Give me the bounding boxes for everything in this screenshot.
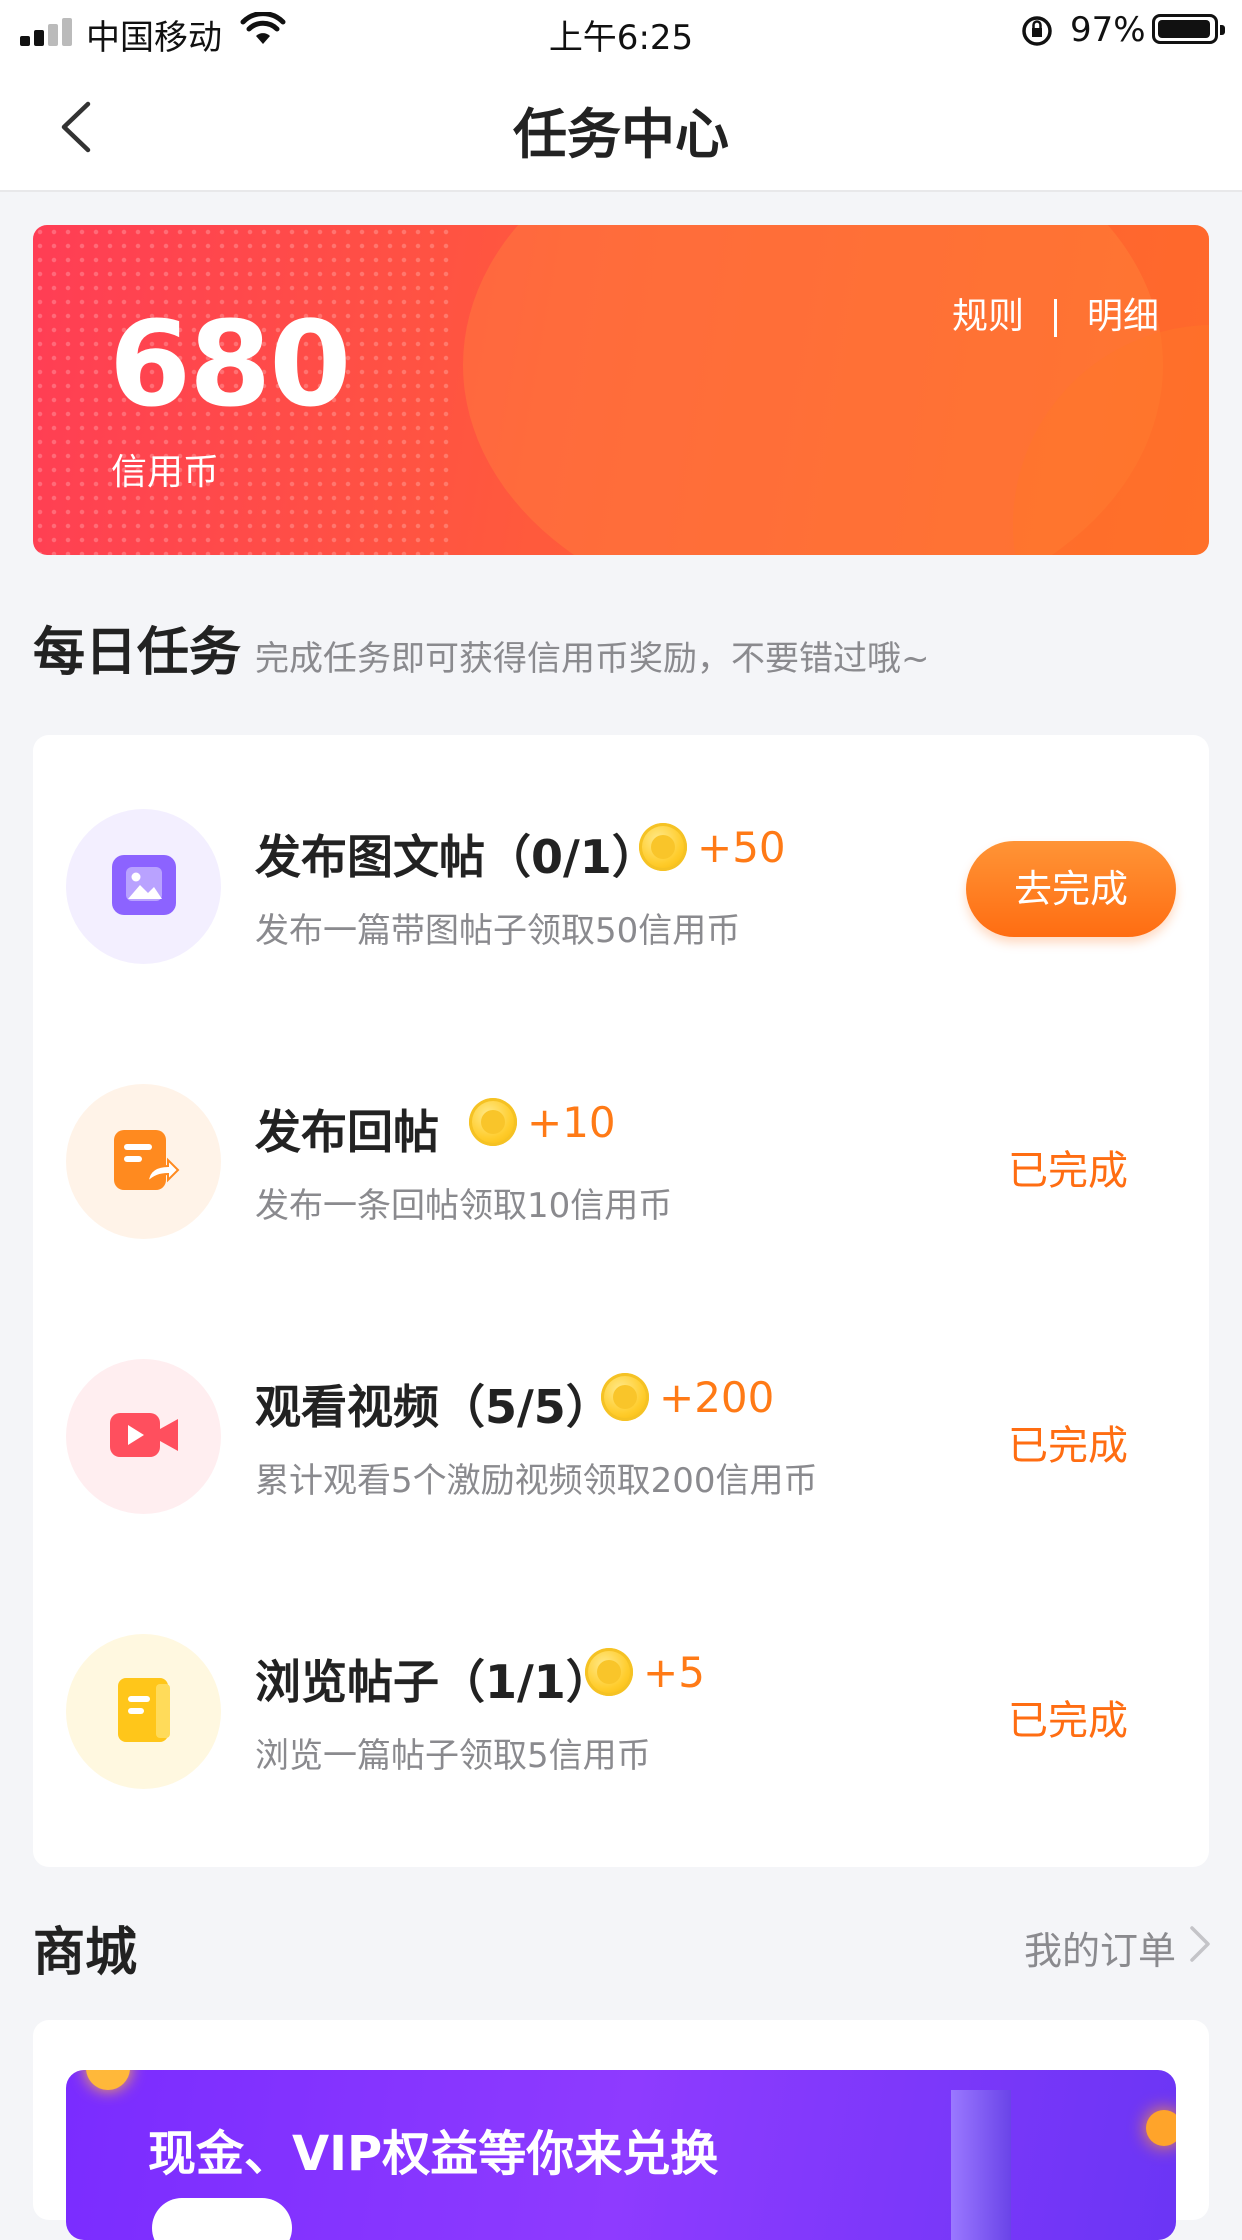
task-reward: +50	[697, 823, 786, 872]
task-icon-bg	[66, 1084, 221, 1239]
task-description: 累计观看5个激励视频领取200信用币	[255, 1461, 818, 1501]
task-icon-bg	[66, 1359, 221, 1514]
completed-status: 已完成	[1008, 1148, 1128, 1194]
task-description: 发布一篇带图帖子领取50信用币	[255, 911, 741, 951]
task-reward: +10	[527, 1098, 616, 1147]
daily-tasks-heading: 每日任务 完成任务即可获得信用币奖励，不要错过哦~	[33, 610, 930, 685]
nav-bar: 任务中心	[0, 62, 1242, 192]
go-complete-button[interactable]: 去完成	[966, 841, 1176, 937]
banner-links: 规则 明细	[952, 287, 1159, 339]
coin-icon	[585, 1648, 633, 1696]
decorative-sun-icon	[1146, 2110, 1176, 2146]
my-orders-link[interactable]: 我的订单	[1024, 1920, 1176, 1975]
task-item-image-post: 发布图文帖（0/1） +50 发布一篇带图帖子领取50信用币 去完成	[33, 735, 1209, 1010]
balance-unit-label: 信用币	[111, 452, 220, 493]
reply-post-icon	[114, 1130, 180, 1190]
completed-status: 已完成	[1008, 1423, 1128, 1469]
coin-icon	[469, 1098, 517, 1146]
task-description: 浏览一篇帖子领取5信用币	[255, 1736, 651, 1776]
task-reward: +200	[659, 1373, 775, 1422]
credit-balance-banner: 680 信用币 规则 明细	[33, 225, 1209, 555]
status-bar: 中国移动 上午6:25 97%	[0, 0, 1242, 62]
task-list: 发布图文帖（0/1） +50 发布一篇带图帖子领取50信用币 去完成 发布回帖 …	[33, 735, 1209, 1867]
battery-percent: 97%	[1070, 10, 1146, 50]
task-title: 发布回帖	[255, 1105, 439, 1159]
balance-value: 680	[109, 295, 351, 433]
task-item-browse-post: 浏览帖子（1/1） +5 浏览一篇帖子领取5信用币 已完成	[33, 1560, 1209, 1835]
decorative-tower-icon	[951, 2090, 1011, 2240]
daily-tasks-title: 每日任务	[33, 623, 242, 683]
link-divider	[1053, 299, 1057, 337]
page-title: 任务中心	[513, 103, 729, 166]
task-title: 浏览帖子（1/1）	[255, 1655, 612, 1709]
mall-title: 商城	[33, 1923, 138, 1983]
rules-link[interactable]: 规则	[952, 296, 1024, 337]
task-icon-bg	[66, 1634, 221, 1789]
details-link[interactable]: 明细	[1087, 296, 1159, 337]
rotation-lock-icon	[1022, 16, 1052, 46]
browse-post-icon	[118, 1678, 170, 1742]
mall-banner-text: 现金、VIP权益等你来兑换	[148, 2126, 719, 2182]
battery-icon	[1152, 14, 1225, 44]
task-item-watch-video: 观看视频（5/5） +200 累计观看5个激励视频领取200信用币 已完成	[33, 1285, 1209, 1560]
mall-card: 现金、VIP权益等你来兑换	[33, 2020, 1209, 2240]
redeem-button[interactable]	[152, 2198, 292, 2240]
task-title: 观看视频（5/5）	[255, 1380, 612, 1434]
task-icon-bg	[66, 809, 221, 964]
coin-icon	[639, 823, 687, 871]
mall-promo-banner[interactable]: 现金、VIP权益等你来兑换	[66, 2070, 1176, 2240]
completed-status: 已完成	[1008, 1698, 1128, 1744]
task-item-reply-post: 发布回帖 +10 发布一条回帖领取10信用币 已完成	[33, 1010, 1209, 1285]
chevron-right-icon[interactable]	[1184, 1922, 1214, 1966]
task-reward: +5	[643, 1648, 705, 1697]
video-icon	[110, 1413, 178, 1457]
decorative-sun-icon	[86, 2070, 130, 2090]
daily-tasks-subtitle: 完成任务即可获得信用币奖励，不要错过哦~	[255, 639, 930, 679]
coin-icon	[601, 1373, 649, 1421]
task-title: 发布图文帖（0/1）	[255, 830, 658, 884]
image-post-icon	[112, 855, 176, 915]
task-description: 发布一条回帖领取10信用币	[255, 1186, 673, 1226]
